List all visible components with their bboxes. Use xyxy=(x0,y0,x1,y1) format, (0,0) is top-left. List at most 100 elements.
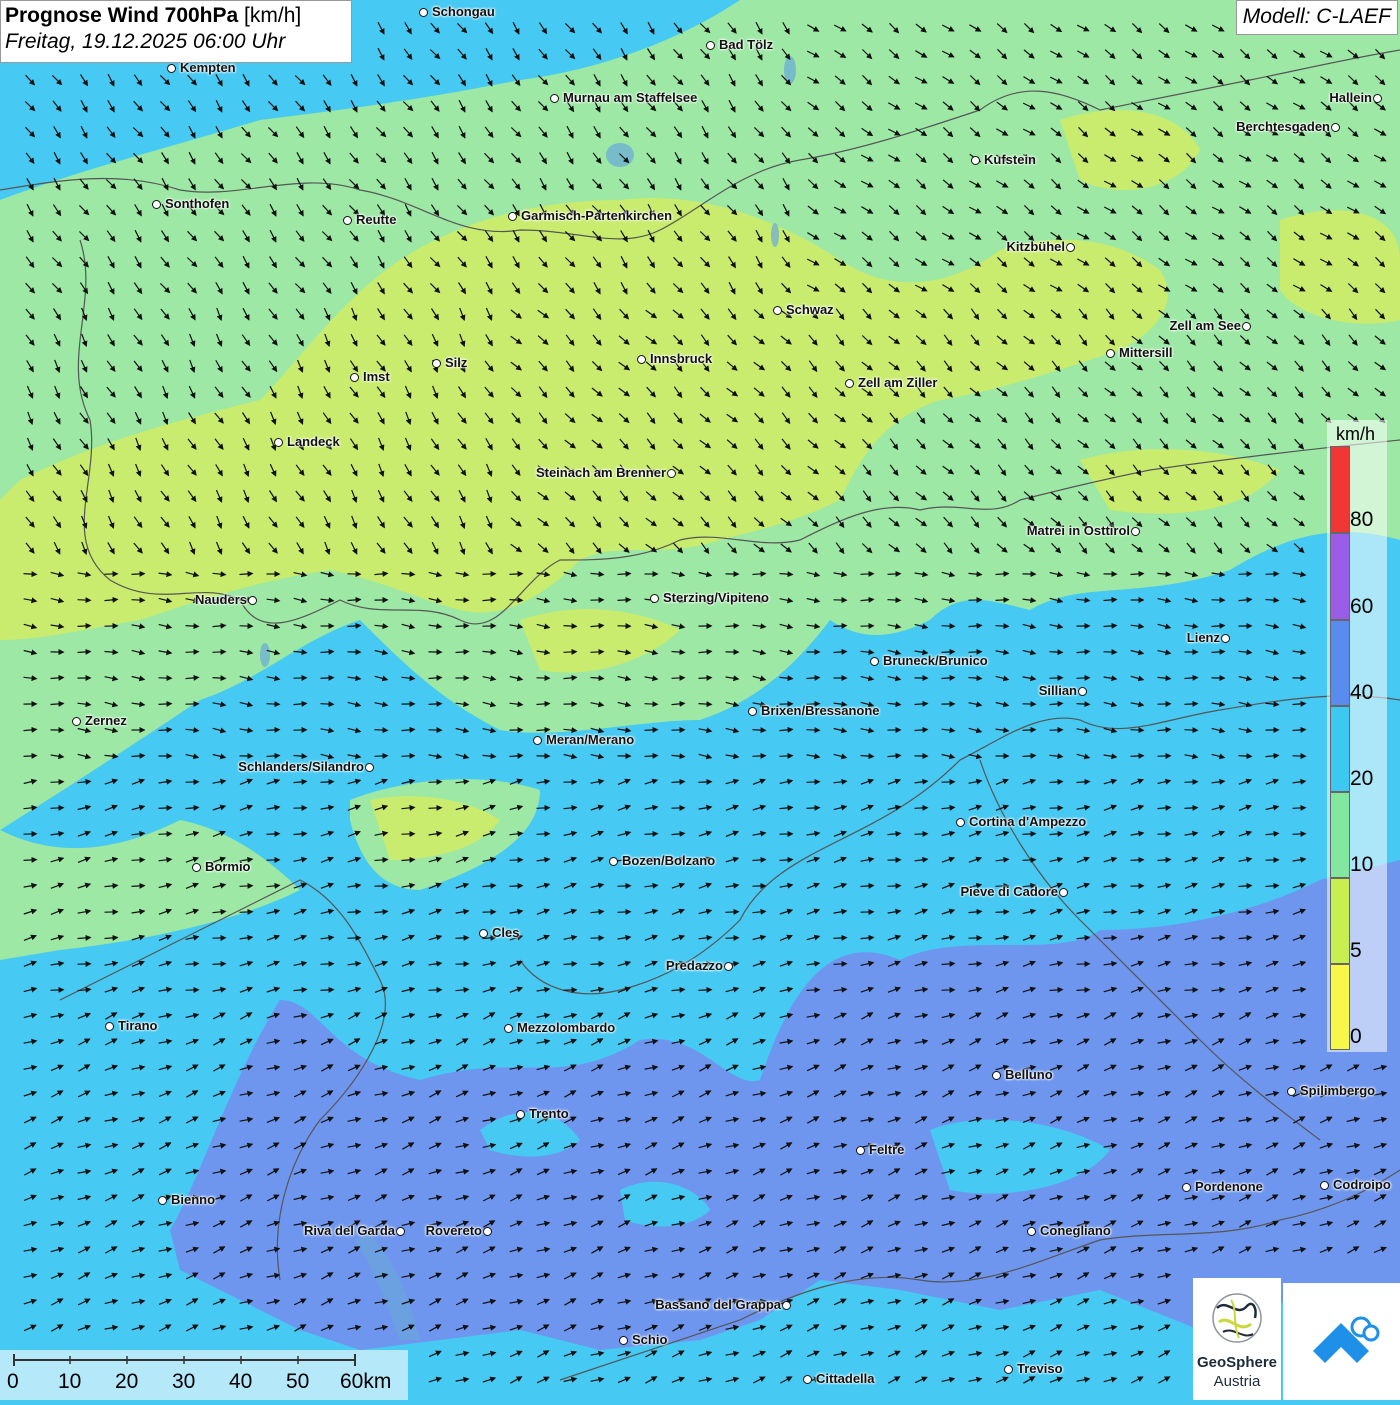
wind-arrow xyxy=(132,860,145,861)
city-label: Riva del Garda xyxy=(304,1223,395,1238)
city-marker xyxy=(1287,1087,1296,1096)
wind-arrow xyxy=(1185,782,1198,783)
city-marker xyxy=(248,596,257,605)
wind-arrow xyxy=(24,860,37,861)
wind-arrow xyxy=(1212,938,1225,939)
wind-arrow xyxy=(1077,990,1090,991)
wind-arrow xyxy=(186,652,199,653)
wind-arrow xyxy=(375,756,388,757)
wind-arrow xyxy=(1185,808,1198,809)
city-marker xyxy=(856,1146,865,1155)
city-marker xyxy=(1131,527,1140,536)
city-marker xyxy=(773,306,782,315)
city-label: Cortina d'Ampezzo xyxy=(969,814,1086,829)
wind-arrow xyxy=(78,626,91,627)
wind-arrow xyxy=(510,574,523,575)
city-label: Cles xyxy=(492,925,519,940)
city-marker xyxy=(105,1022,114,1031)
city-marker xyxy=(419,8,428,17)
wind-arrow xyxy=(699,990,712,991)
wind-arrow xyxy=(483,574,496,575)
wind-arrow xyxy=(1077,678,1090,679)
legend-swatch-40-60 xyxy=(1330,620,1350,706)
wind-arrow xyxy=(942,626,955,627)
wind-arrow xyxy=(1293,808,1306,809)
wind-arrow xyxy=(834,626,847,627)
wind-arrow xyxy=(348,912,361,913)
wind-arrow xyxy=(996,600,1009,601)
wind-arrow xyxy=(429,782,442,783)
city-marker xyxy=(1004,1365,1013,1374)
wind-arrow xyxy=(1266,574,1279,575)
wind-arrow xyxy=(834,938,847,939)
geosphere-emblem-icon xyxy=(1193,1278,1281,1354)
city-label: Landeck xyxy=(287,434,340,449)
city-label: Silz xyxy=(445,355,467,370)
city-marker xyxy=(1331,123,1340,132)
wind-arrow xyxy=(888,574,901,575)
city-marker xyxy=(504,1024,513,1033)
city-marker xyxy=(870,657,879,666)
city-label: Schwaz xyxy=(786,302,834,317)
city-label: Hallein xyxy=(1329,90,1372,105)
city-label: Lienz xyxy=(1187,630,1220,645)
city-marker xyxy=(782,1301,791,1310)
city-label: Feltre xyxy=(869,1142,904,1157)
scale-label-30: 30 xyxy=(172,1370,195,1394)
wind-arrow xyxy=(861,574,874,575)
scale-label-40: 40 xyxy=(229,1370,252,1394)
wind-arrow xyxy=(1131,730,1144,731)
wind-arrow xyxy=(159,808,172,809)
legend-swatch-0-5 xyxy=(1330,964,1350,1050)
legend-swatch-80-plus xyxy=(1330,446,1350,533)
city-label: Pordenone xyxy=(1195,1179,1263,1194)
legend-label-40: 40 xyxy=(1350,681,1373,705)
legend-label-0: 0 xyxy=(1350,1025,1362,1049)
wind-arrow xyxy=(645,704,658,705)
city-marker xyxy=(650,594,659,603)
city-marker xyxy=(992,1071,1001,1080)
city-label: Schio xyxy=(632,1332,667,1347)
legend-label-80: 80 xyxy=(1350,508,1373,532)
city-marker xyxy=(550,94,559,103)
wind-arrow xyxy=(753,730,766,731)
city-marker xyxy=(1182,1183,1191,1192)
wind-arrow xyxy=(51,808,64,809)
city-label: Trento xyxy=(529,1106,569,1121)
wind-arrow xyxy=(1293,834,1306,835)
legend-swatch-10-20 xyxy=(1330,792,1350,878)
wind-arrow xyxy=(699,678,712,679)
city-marker xyxy=(1059,888,1068,897)
city-label: Bienno xyxy=(171,1192,215,1207)
wind-arrow xyxy=(807,782,820,783)
wind-arrow xyxy=(321,964,334,965)
wind-arrow xyxy=(1050,678,1063,679)
city-marker xyxy=(72,717,81,726)
wind-arrow xyxy=(321,990,334,991)
city-marker xyxy=(845,379,854,388)
wind-arrow xyxy=(618,912,631,913)
wind-arrow xyxy=(1185,730,1198,731)
city-label: Sterzing/Vipiteno xyxy=(663,590,769,605)
city-label: Brixen/Bressanone xyxy=(761,703,880,718)
wind-arrow xyxy=(1104,912,1117,913)
wind-arrow xyxy=(645,730,658,731)
legend-swatch-60-80 xyxy=(1330,533,1350,620)
city-marker xyxy=(637,355,646,364)
wind-arrow xyxy=(1023,860,1036,861)
city-marker xyxy=(167,64,176,73)
city-label: Sillian xyxy=(1039,683,1077,698)
city-marker xyxy=(1242,322,1251,331)
wind-arrow xyxy=(213,964,226,965)
wind-arrow xyxy=(564,626,577,627)
city-label: Bassano del Grappa xyxy=(655,1297,781,1312)
wind-arrow xyxy=(1023,730,1036,731)
wind-arrow xyxy=(51,990,64,991)
wind-arrow xyxy=(591,652,604,653)
city-label: Zell am See xyxy=(1169,318,1241,333)
legend-unit: km/h xyxy=(1336,424,1375,445)
wind-arrow xyxy=(915,808,928,809)
wind-arrow xyxy=(267,704,280,705)
city-label: Zell am Ziller xyxy=(858,375,937,390)
wind-arrow xyxy=(348,938,361,939)
